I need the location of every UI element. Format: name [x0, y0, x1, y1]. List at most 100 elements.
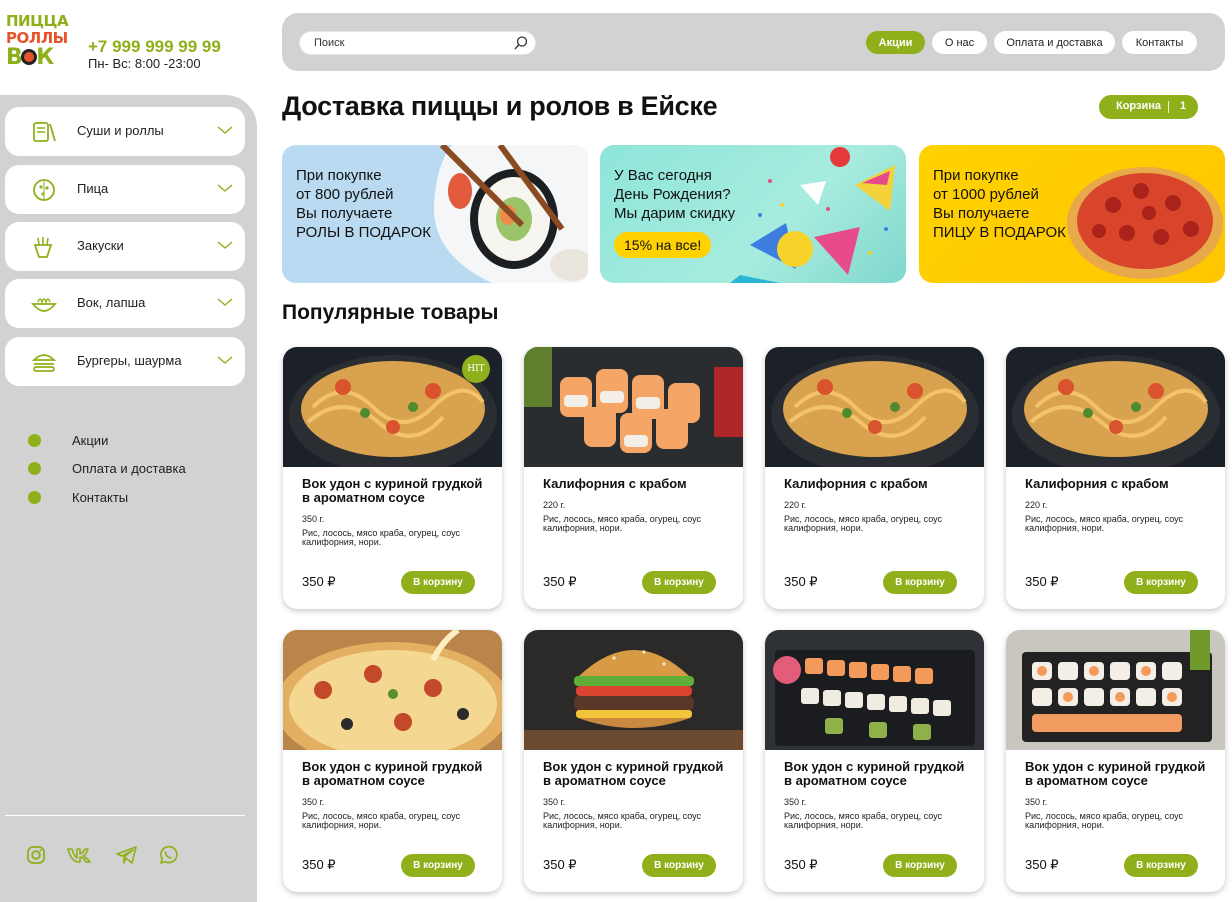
logo-letter-v: В	[6, 45, 23, 70]
promo-banner-pizza[interactable]: При покупке от 1000 рублей Вы получаете …	[919, 145, 1225, 283]
product-card[interactable]: Вок удон с куриной грудкой в ароматном с…	[765, 630, 984, 892]
sidebar: Суши и роллы Пица Закуски Вок, лапша Бур…	[0, 95, 257, 902]
bullet-dot	[28, 433, 41, 447]
whatsapp-icon[interactable]	[158, 845, 178, 865]
product-weight: 220 г.	[1025, 500, 1048, 510]
product-name: Вок удон с куриной грудкой в ароматном с…	[543, 759, 724, 788]
logo[interactable]: ПИЦЦА РОЛЛЫ ВК	[6, 12, 69, 71]
product-weight: 350 г.	[543, 797, 566, 807]
add-to-cart-button[interactable]: В корзину	[401, 571, 475, 594]
logo-line-1: ПИЦЦА	[6, 12, 69, 30]
banner-line: День Рождения?	[614, 186, 731, 203]
search-input[interactable]: Поиск	[299, 31, 536, 55]
chevron-down-icon	[217, 356, 233, 364]
banner-line: При покупке	[296, 167, 382, 184]
banner-line: РОЛЫ В ПОДАРОК	[296, 224, 431, 241]
banner-line: При покупке	[933, 167, 1019, 184]
vk-icon[interactable]	[67, 845, 93, 865]
category-label: Суши и роллы	[77, 123, 164, 138]
product-weight: 350 г.	[784, 797, 807, 807]
banner-pizza-illustration	[1067, 167, 1223, 279]
chevron-down-icon	[217, 126, 233, 134]
logo-line-3: ВК	[6, 47, 62, 69]
category-snacks[interactable]: Закуски	[5, 222, 245, 271]
promo-banner-birthday[interactable]: У Вас сегодня День Рождения? Мы дарим ск…	[600, 145, 906, 283]
add-to-cart-button[interactable]: В корзину	[883, 571, 957, 594]
product-description: Рис, лосось, мясо краба, огурец, соус ка…	[302, 528, 461, 547]
product-card[interactable]: Вок удон с куриной грудкой в ароматном с…	[524, 630, 743, 892]
nav-about[interactable]: О нас	[932, 31, 987, 54]
telegram-icon[interactable]	[116, 845, 138, 865]
banner-line: Вы получаете	[296, 205, 393, 222]
promo-banner-rolls[interactable]: При покупке от 800 рублей Вы получаете Р…	[282, 145, 588, 283]
product-weight: 350 г.	[1025, 797, 1048, 807]
product-card[interactable]: HIT Вок удон с куриной грудкой в ароматн…	[283, 347, 502, 609]
category-burgers[interactable]: Бургеры, шаурма	[5, 337, 245, 386]
product-description: Рис, лосось, мясо краба, огурец, соус ка…	[543, 514, 702, 533]
product-card[interactable]: Калифорния с крабом 220 г. Рис, лосось, …	[765, 347, 984, 609]
search-icon[interactable]	[513, 35, 529, 51]
nav-payment-delivery[interactable]: Оплата и доставка	[994, 31, 1115, 54]
category-pizza[interactable]: Пица	[5, 165, 245, 214]
chevron-down-icon	[217, 184, 233, 192]
product-image	[765, 630, 984, 750]
product-image	[283, 630, 502, 750]
add-to-cart-button[interactable]: В корзину	[883, 854, 957, 877]
phone-number[interactable]: +7 999 999 99 99	[88, 37, 221, 57]
product-card[interactable]: Калифорния с крабом 220 г. Рис, лосось, …	[1006, 347, 1225, 609]
product-name: Вок удон с куриной грудкой в ароматном с…	[302, 476, 483, 505]
category-sushi[interactable]: Суши и роллы	[5, 107, 245, 156]
add-to-cart-button[interactable]: В корзину	[642, 854, 716, 877]
product-card[interactable]: Вок удон с куриной грудкой в ароматном с…	[283, 630, 502, 892]
product-name: Вок удон с куриной грудкой в ароматном с…	[302, 759, 483, 788]
add-to-cart-button[interactable]: В корзину	[1124, 854, 1198, 877]
product-card[interactable]: Вок удон с куриной грудкой в ароматном с…	[1006, 630, 1225, 892]
product-card[interactable]: Калифорния с крабом 220 г. Рис, лосось, …	[524, 347, 743, 609]
product-image	[765, 347, 984, 467]
banner-line: от 800 рублей	[296, 186, 394, 203]
page: ПИЦЦА РОЛЛЫ ВК +7 999 999 99 99 Пн- Вс: …	[0, 0, 1232, 902]
banner-line: У Вас сегодня	[614, 167, 712, 184]
cart-label: Корзина	[1116, 100, 1161, 112]
product-description: Рис, лосось, мясо краба, огурец, соус ка…	[1025, 514, 1184, 533]
product-description: Рис, лосось, мясо краба, огурец, соус ка…	[1025, 811, 1184, 830]
banner-text: При покупке от 1000 рублей Вы получаете …	[933, 166, 1066, 242]
add-to-cart-button[interactable]: В корзину	[401, 854, 475, 877]
banner-line: ПИЦУ В ПОДАРОК	[933, 224, 1066, 241]
logo-wok-icon	[21, 49, 38, 65]
side-menu-promotions[interactable]: Акции	[28, 430, 108, 450]
burger-icon	[31, 354, 57, 372]
sidebar-divider	[5, 815, 245, 816]
nav-promotions[interactable]: Акции	[866, 31, 925, 54]
product-image	[524, 347, 743, 467]
product-weight: 220 г.	[784, 500, 807, 510]
nav-contacts[interactable]: Контакты	[1122, 31, 1197, 54]
instagram-icon[interactable]	[26, 845, 46, 865]
side-menu-label: Акции	[72, 433, 109, 448]
side-menu-label: Контакты	[72, 490, 129, 505]
side-menu-contacts[interactable]: Контакты	[28, 487, 128, 507]
popular-section-title: Популярные товары	[282, 301, 499, 324]
product-weight: 350 г.	[302, 514, 325, 524]
sushi-icon	[33, 122, 56, 142]
category-label: Пица	[77, 181, 109, 196]
page-title: Доставка пиццы и ролов в Ейске	[282, 91, 718, 121]
add-to-cart-button[interactable]: В корзину	[642, 571, 716, 594]
add-to-cart-button[interactable]: В корзину	[1124, 571, 1198, 594]
product-image	[1006, 347, 1225, 467]
cart-button[interactable]: Корзина 1	[1099, 95, 1198, 119]
side-menu-payment-delivery[interactable]: Оплата и доставка	[28, 458, 186, 478]
category-label: Бургеры, шаурма	[77, 353, 182, 368]
product-price: 350 ₽	[784, 857, 818, 872]
snacks-icon	[33, 237, 53, 258]
category-wok[interactable]: Вок, лапша	[5, 279, 245, 328]
product-image	[1006, 630, 1225, 750]
bullet-dot	[28, 490, 41, 504]
pizza-icon	[33, 179, 55, 201]
product-name: Вок удон с куриной грудкой в ароматном с…	[1025, 759, 1206, 788]
side-menu-label: Оплата и доставка	[72, 461, 186, 476]
product-description: Рис, лосось, мясо краба, огурец, соус ка…	[543, 811, 702, 830]
product-price: 350 ₽	[543, 574, 577, 589]
bullet-dot	[28, 461, 41, 475]
discount-badge: 15% на все!	[614, 232, 712, 258]
